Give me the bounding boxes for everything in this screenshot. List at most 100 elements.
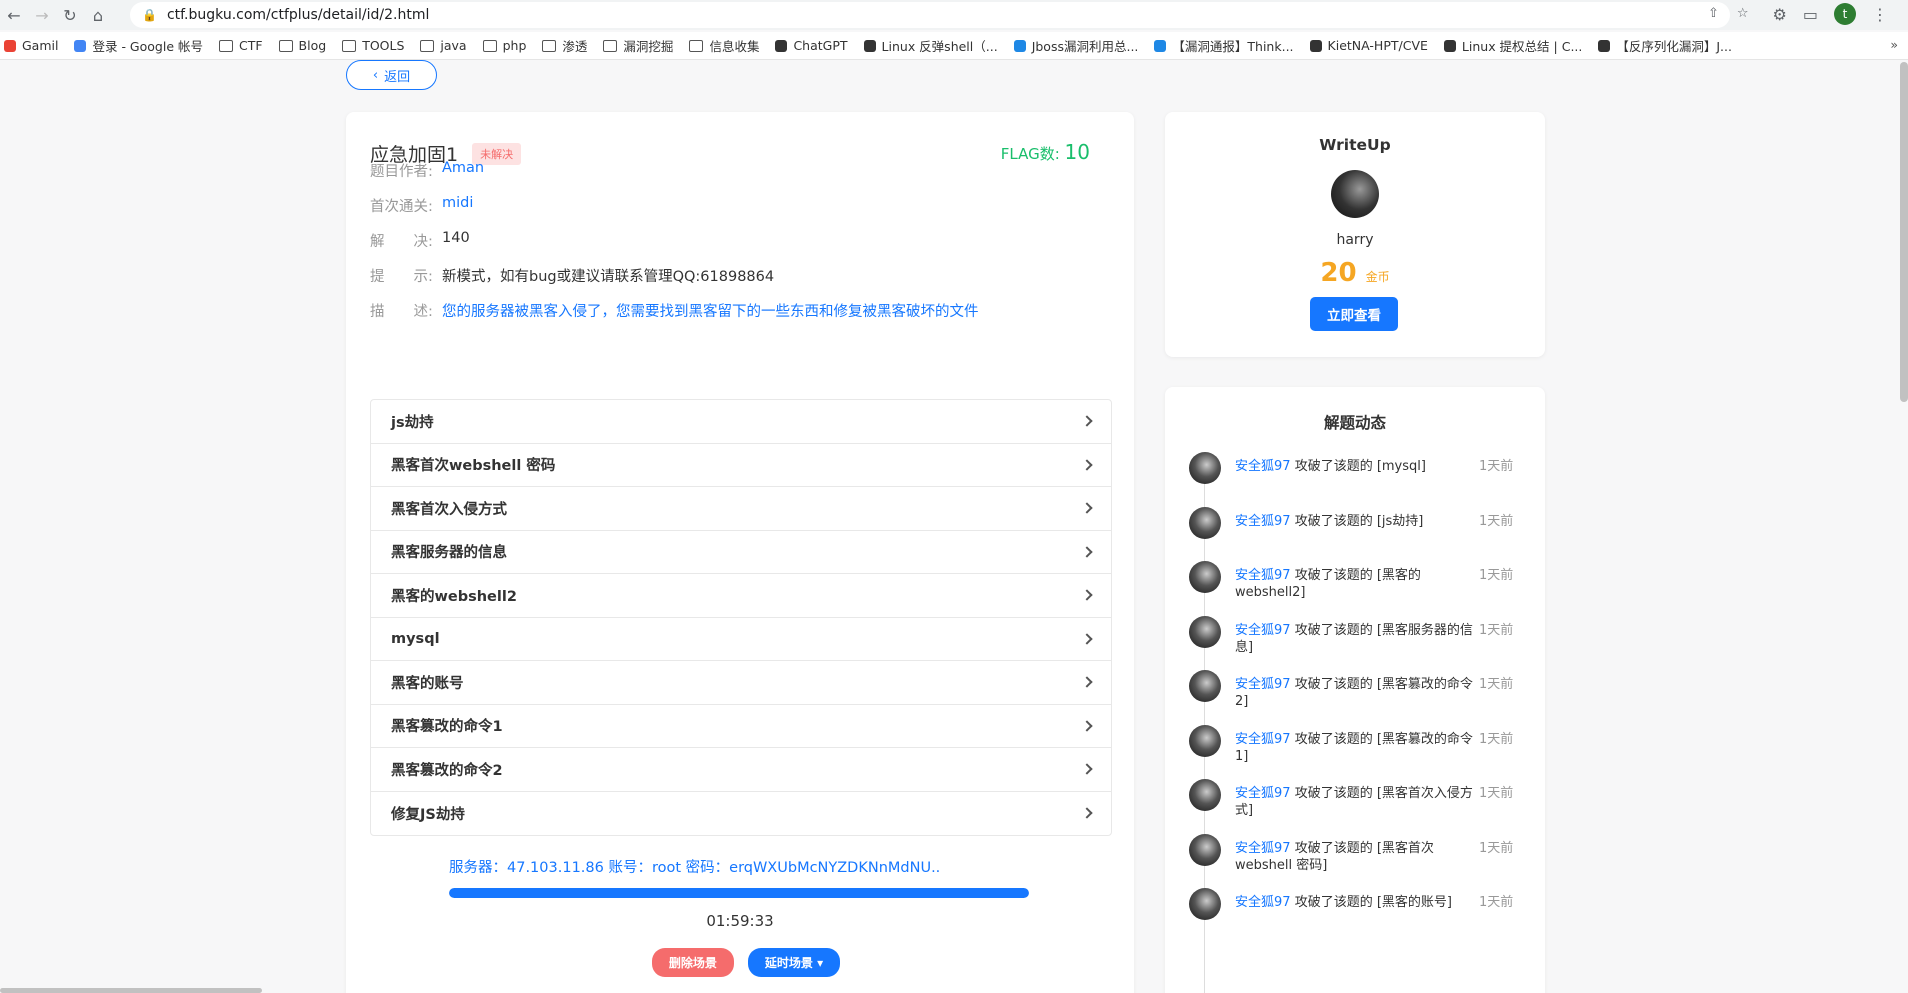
task-label: js劫持: [391, 414, 434, 431]
bookmark-item[interactable]: 【反序列化漏洞】J...: [1598, 36, 1732, 55]
activity-user[interactable]: 安全狐97: [1235, 459, 1291, 474]
bookmark-item[interactable]: Linux 提权总结 | C...: [1443, 36, 1583, 55]
activity-text: 安全狐97 攻破了该题的 [黑客首次webshell 密码]: [1235, 840, 1475, 874]
info-key: 提 示:: [370, 269, 433, 285]
task-item[interactable]: 黑客服务器的信息: [371, 531, 1111, 574]
info-value[interactable]: Aman: [442, 160, 484, 181]
activity-item: 安全狐97 攻破了该题的 [黑客首次入侵方式] 1天前: [1189, 779, 1525, 819]
site-icon: [863, 39, 876, 52]
activity-user[interactable]: 安全狐97: [1235, 677, 1291, 692]
back-button[interactable]: ‹ 返回: [346, 60, 437, 90]
extensions-icon[interactable]: ⚙: [1773, 5, 1787, 24]
activity-user[interactable]: 安全狐97: [1235, 786, 1291, 801]
activity-card: 解题动态 安全狐97 攻破了该题的 [mysql] 1天前 安全狐97 攻破了该题的…: [1165, 387, 1545, 993]
bookmark-item[interactable]: 【漏洞通报】Think...: [1154, 36, 1294, 55]
notion-icon: [1598, 39, 1611, 52]
chevron-left-icon: ‹: [372, 67, 379, 83]
task-item[interactable]: 黑客的webshell2: [371, 574, 1111, 618]
reload-icon[interactable]: ↻: [56, 1, 84, 29]
browser-toolbar: ← → ↻ ⌂ 🔒 ctf.bugku.com/ctfplus/detail/i…: [0, 0, 1908, 30]
activity-item: 安全狐97 攻破了该题的 [黑客篡改的命令2] 1天前: [1189, 670, 1525, 710]
bookmark-label: java: [440, 38, 467, 53]
task-label: 黑客服务器的信息: [391, 545, 507, 562]
chevron-right-icon: [1081, 459, 1093, 471]
bookmark-item[interactable]: 漏洞挖掘: [603, 36, 673, 55]
bookmark-item[interactable]: php: [482, 38, 526, 53]
activity-user[interactable]: 安全狐97: [1235, 514, 1291, 529]
address-bar[interactable]: 🔒 ctf.bugku.com/ctfplus/detail/id/2.html: [130, 2, 1730, 28]
task-item[interactable]: 修复JS劫持: [371, 792, 1111, 836]
vertical-scrollbar[interactable]: [1900, 62, 1908, 402]
bookmark-item[interactable]: Gamil: [4, 38, 58, 53]
activity-user[interactable]: 安全狐97: [1235, 568, 1291, 583]
google-icon: [74, 39, 87, 52]
back-arrow-icon[interactable]: ←: [0, 1, 28, 29]
chatgpt-icon: [775, 39, 788, 52]
activity-item: 安全狐97 攻破了该题的 [黑客的账号] 1天前: [1189, 888, 1525, 920]
bookmark-item[interactable]: java: [420, 38, 467, 53]
bookmark-item[interactable]: TOOLS: [342, 38, 404, 53]
coin-amount: 20: [1320, 258, 1357, 288]
chevron-right-icon: [1081, 546, 1093, 558]
task-item[interactable]: js劫持: [371, 400, 1111, 444]
task-item[interactable]: 黑客篡改的命令1: [371, 705, 1111, 748]
folder-icon: [342, 39, 357, 52]
bookmark-item[interactable]: 渗透: [542, 36, 587, 55]
activity-time: 1天前: [1479, 568, 1514, 583]
bookmark-item[interactable]: KietNA-HPT/CVE: [1309, 38, 1428, 53]
bookmark-item[interactable]: 信息收集: [689, 36, 759, 55]
activity-time: 1天前: [1479, 786, 1514, 801]
avatar: [1189, 888, 1221, 920]
bookmark-item[interactable]: 登录 - Google 帐号: [74, 36, 203, 55]
bookmark-item[interactable]: Blog: [278, 38, 327, 53]
bookmark-item[interactable]: Linux 反弹shell（...: [863, 36, 998, 55]
info-value[interactable]: 您的服务器被黑客入侵了，您需要找到黑客留下的一些东西和修复被黑客破坏的文件: [442, 300, 979, 321]
delete-scene-button[interactable]: 删除场景: [651, 948, 734, 977]
bookmark-label: Linux 提权总结 | C...: [1461, 39, 1583, 54]
side-panel-icon[interactable]: ▭: [1803, 5, 1818, 24]
task-item[interactable]: 黑客的账号: [371, 661, 1111, 705]
writeup-price: 20 金币: [1165, 258, 1545, 288]
cloud-icon: [1154, 39, 1167, 52]
activity-user[interactable]: 安全狐97: [1235, 623, 1291, 638]
menu-kebab-icon[interactable]: ⋮: [1872, 5, 1888, 24]
star-icon[interactable]: ☆: [1737, 6, 1749, 21]
task-item[interactable]: 黑客首次入侵方式: [371, 487, 1111, 531]
view-writeup-button[interactable]: 立即查看: [1310, 297, 1398, 331]
lock-icon[interactable]: 🔒: [142, 8, 157, 22]
bookmark-label: 【反序列化漏洞】J...: [1616, 39, 1732, 54]
info-value[interactable]: midi: [442, 195, 473, 216]
double-chevron-right-icon[interactable]: »: [1890, 37, 1898, 52]
coin-unit: 金币: [1365, 270, 1390, 284]
forward-arrow-icon[interactable]: →: [28, 1, 56, 29]
folder-icon: [278, 39, 293, 52]
activity-title: 解题动态: [1323, 414, 1386, 432]
bookmark-item[interactable]: Jboss漏洞利用总...: [1013, 36, 1138, 55]
info-row: 解 决: 140: [370, 230, 470, 251]
activity-message: 攻破了该题的 [mysql]: [1294, 459, 1426, 474]
activity-time: 1天前: [1479, 840, 1514, 856]
profile-avatar[interactable]: t: [1834, 3, 1856, 25]
task-item[interactable]: 黑客篡改的命令2: [371, 748, 1111, 792]
bookmark-label: 漏洞挖掘: [623, 39, 674, 54]
activity-time: 1天前: [1479, 731, 1514, 747]
task-item[interactable]: 黑客首次webshell 密码: [371, 444, 1111, 487]
bookmark-item[interactable]: CTF: [218, 38, 263, 53]
share-icon[interactable]: ⇧: [1708, 6, 1719, 21]
activity-message: 攻破了该题的 [黑客的账号]: [1294, 895, 1452, 910]
avatar: [1189, 506, 1221, 539]
chevron-right-icon: [1081, 415, 1093, 427]
home-icon[interactable]: ⌂: [84, 1, 112, 29]
activity-user[interactable]: 安全狐97: [1235, 732, 1291, 747]
avatar: [1189, 452, 1221, 484]
activity-user[interactable]: 安全狐97: [1235, 895, 1291, 910]
activity-user[interactable]: 安全狐97: [1235, 841, 1291, 856]
folder-icon: [218, 39, 233, 52]
extend-scene-button[interactable]: 延时场景 ▾: [747, 948, 841, 977]
url-text[interactable]: ctf.bugku.com/ctfplus/detail/id/2.html: [167, 7, 429, 23]
server-info: 服务器：47.103.11.86 账号：root 密码：erqWXUbMcNYZ…: [449, 860, 941, 876]
task-item[interactable]: mysql: [371, 618, 1111, 661]
bookmark-item[interactable]: ChatGPT: [775, 38, 848, 53]
bookmark-label: Blog: [298, 38, 327, 53]
horizontal-scrollbar[interactable]: [0, 988, 262, 993]
